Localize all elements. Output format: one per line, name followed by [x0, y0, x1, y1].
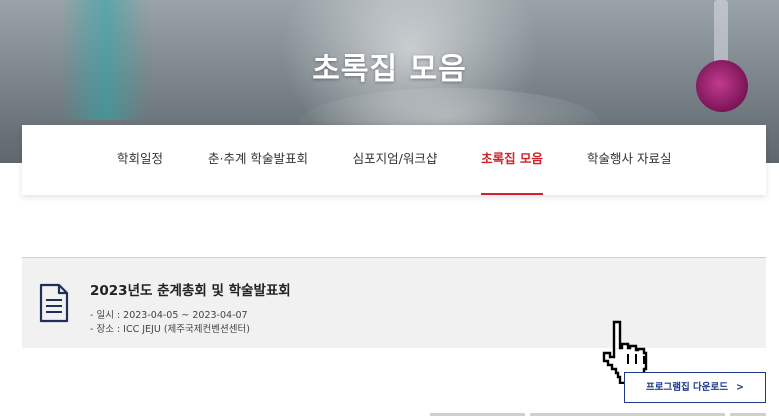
- tab-event-materials[interactable]: 학술행사 자료실: [587, 125, 671, 195]
- tab-navigation: 학회일정 춘·추계 학술발표회 심포지엄/워크샵 초록집 모음 학술행사 자료실: [22, 125, 766, 195]
- tab-spring-fall-conference[interactable]: 춘·추계 학술발표회: [205, 125, 311, 195]
- event-title: 2023년도 춘계총회 및 학술발표회: [90, 283, 291, 299]
- page: 초록집 모음 학회일정 춘·추계 학술발표회 심포지엄/워크샵 초록집 모음 학…: [0, 0, 779, 416]
- document-icon: [39, 283, 69, 323]
- tab-symposium-workshop[interactable]: 심포지엄/워크샵: [351, 125, 439, 195]
- tab-abstract-collection[interactable]: 초록집 모음: [481, 125, 543, 195]
- event-date: - 일시 : 2023-04-05 ~ 2023-04-07: [90, 310, 248, 321]
- chevron-right-icon: >: [736, 382, 744, 393]
- download-label: 프로그램집 다운로드: [646, 382, 728, 393]
- page-title: 초록집 모음: [312, 52, 467, 87]
- event-location: - 장소 : ICC JEJU (제주국제컨벤션센터): [90, 324, 250, 335]
- program-download-button[interactable]: 프로그램집 다운로드 >: [624, 372, 766, 403]
- tab-schedule[interactable]: 학회일정: [115, 125, 165, 195]
